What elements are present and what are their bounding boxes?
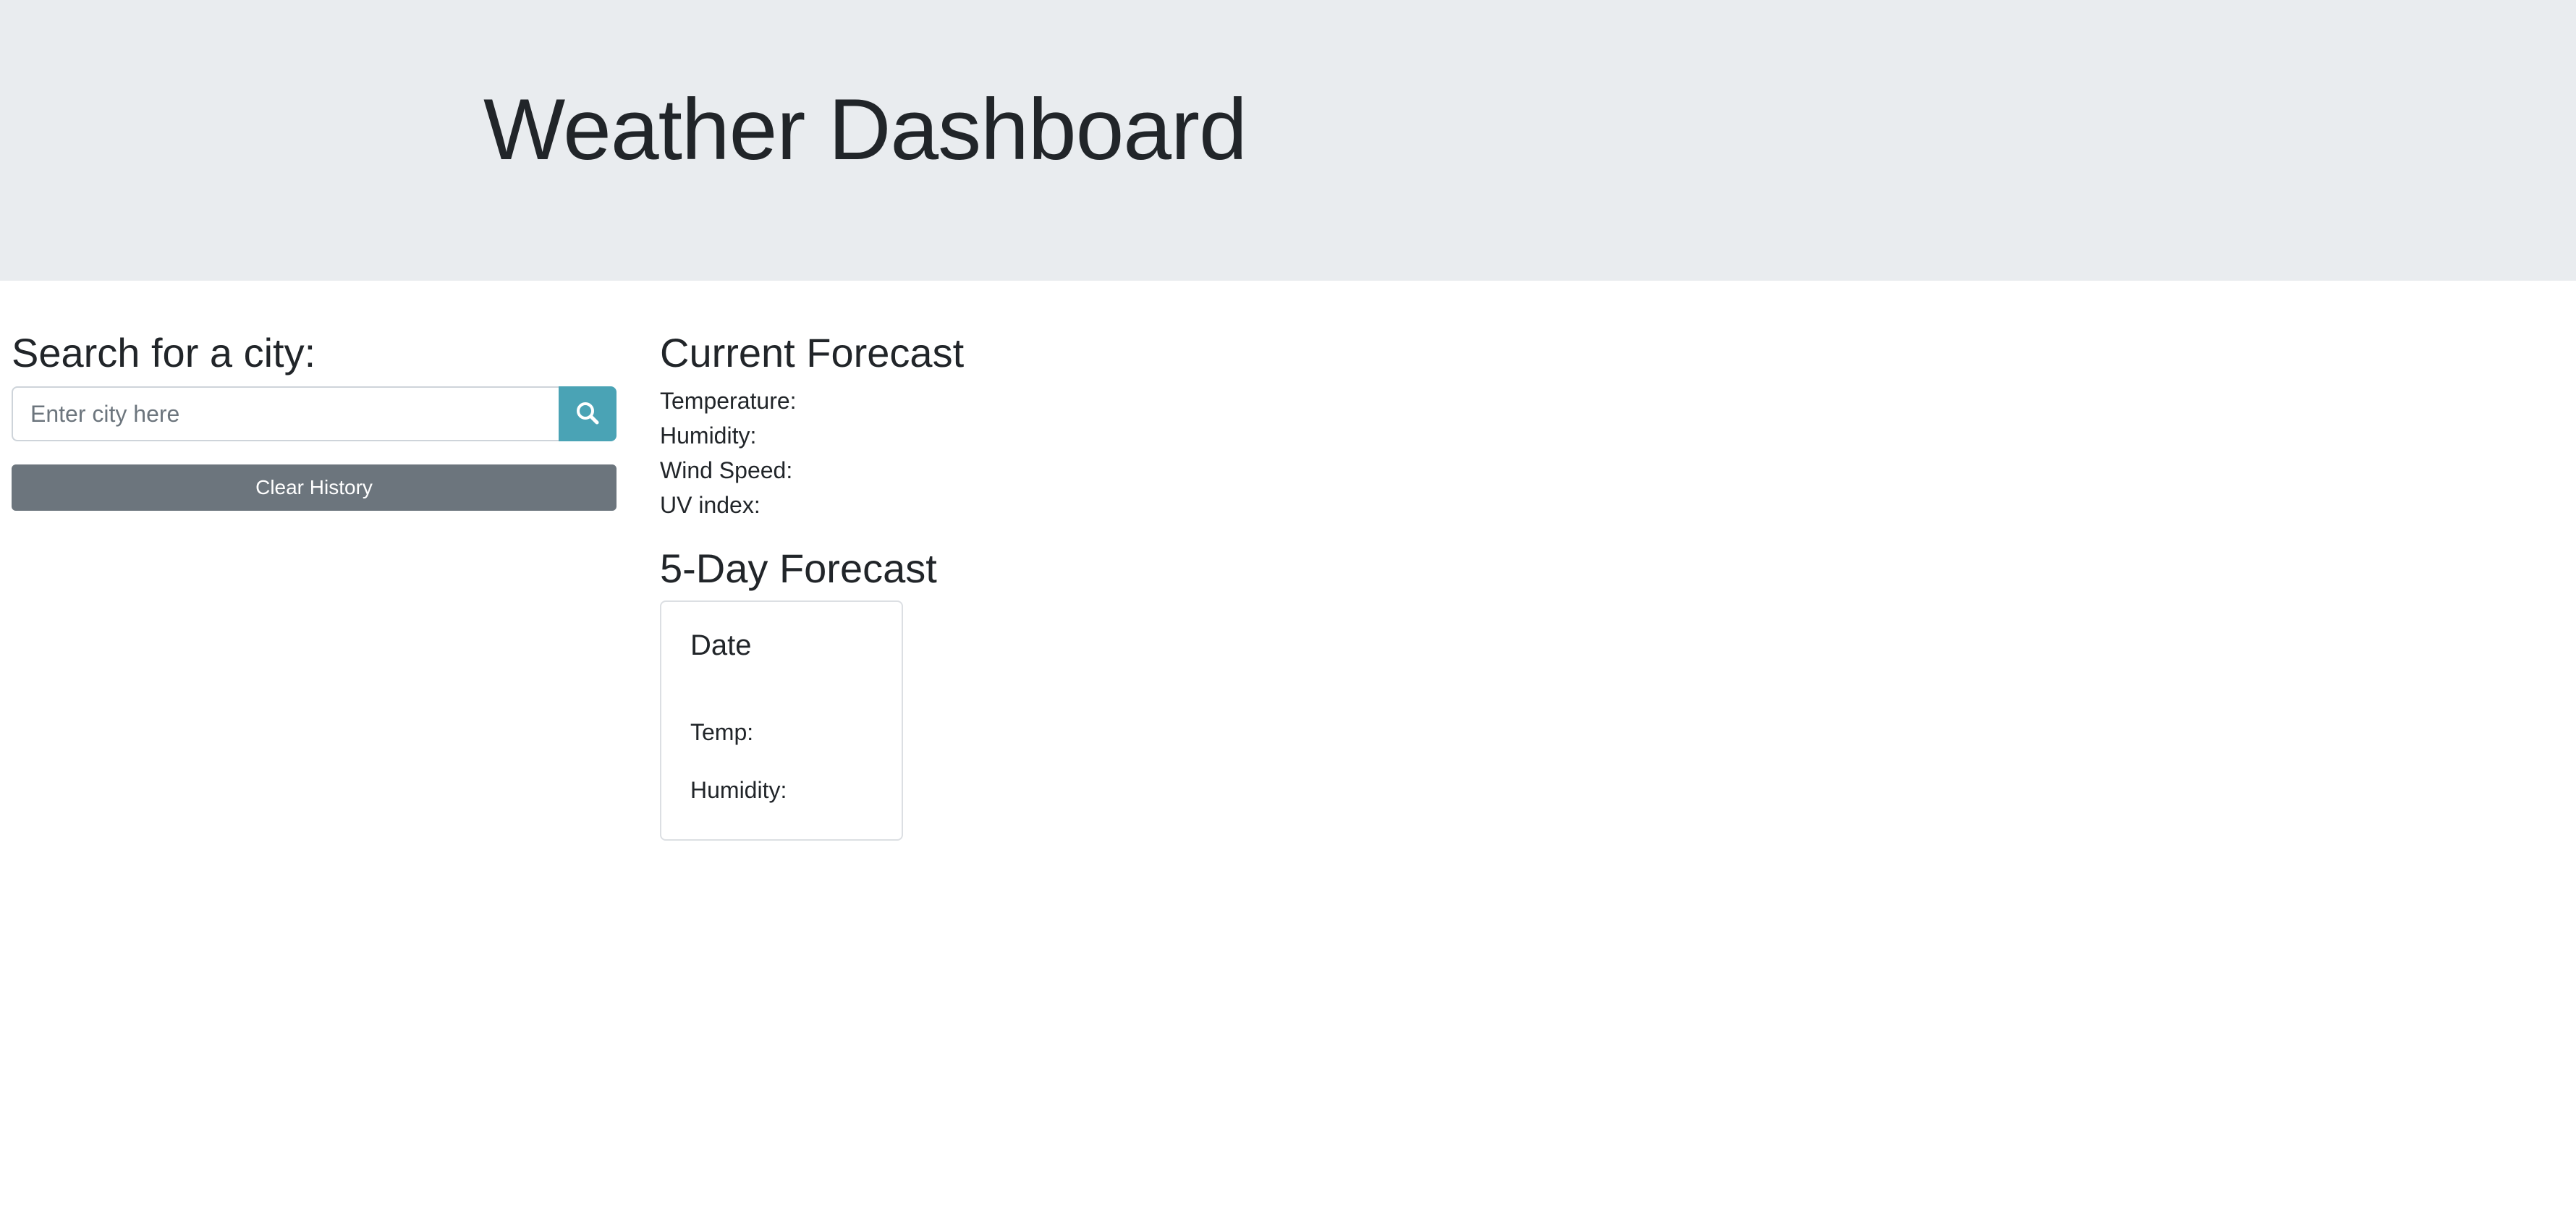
current-forecast-list: Temperature: Humidity: Wind Speed: UV in… bbox=[660, 383, 2107, 522]
page-title: Weather Dashboard bbox=[483, 81, 1247, 178]
search-button[interactable] bbox=[559, 386, 617, 441]
forecast-card-temp: Temp: bbox=[690, 719, 754, 745]
five-day-forecast-heading: 5-Day Forecast bbox=[660, 545, 937, 591]
humidity-label: Humidity: bbox=[660, 423, 757, 449]
current-forecast-heading: Current Forecast bbox=[660, 330, 965, 375]
temperature-label: Temperature: bbox=[660, 388, 797, 414]
forecast-card: Date Temp: Humidity: bbox=[660, 600, 903, 841]
wind-speed-label: Wind Speed: bbox=[660, 457, 793, 483]
search-input-group bbox=[12, 386, 617, 441]
city-search-input[interactable] bbox=[12, 386, 559, 441]
search-heading: Search for a city: bbox=[12, 330, 316, 375]
clear-history-button[interactable]: Clear History bbox=[12, 464, 617, 511]
uv-index-label: UV index: bbox=[660, 492, 760, 518]
search-icon bbox=[575, 401, 600, 428]
forecast-card-date: Date bbox=[690, 629, 752, 661]
header-banner: Weather Dashboard bbox=[0, 0, 2576, 281]
forecast-panel: Current Forecast Temperature: Humidity: … bbox=[660, 327, 2107, 841]
search-panel: Search for a city: Clear History bbox=[12, 327, 617, 511]
forecast-card-humidity: Humidity: bbox=[690, 777, 787, 803]
